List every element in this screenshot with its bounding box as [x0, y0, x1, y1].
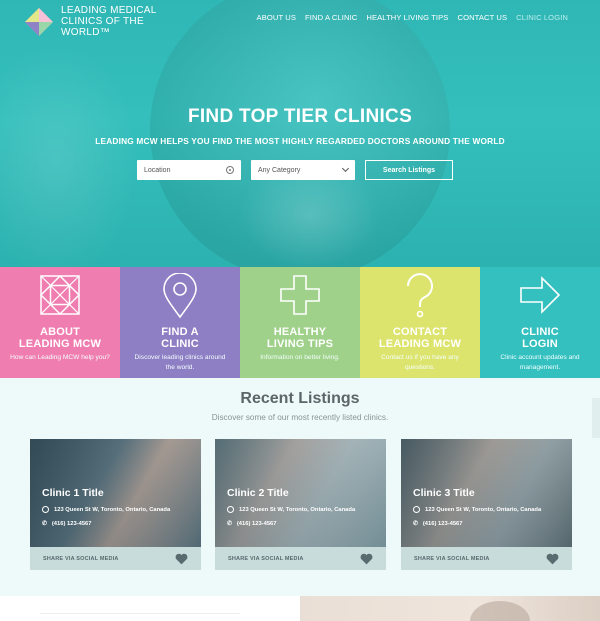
plus-icon: [280, 275, 320, 315]
nav-clinic-login[interactable]: CLINIC LOGIN: [516, 13, 568, 22]
listing-phone-text-2: (416) 123-4567: [236, 521, 277, 527]
tile-find-clinic[interactable]: FIND A CLINIC Discover leading clinics ar…: [120, 267, 240, 378]
phone-icon: ✆: [42, 521, 47, 527]
listing-address-3: 123 Queen St W, Toronto, Ontario, Canada: [413, 506, 541, 513]
hero-photo-patient: [0, 40, 140, 267]
phone-icon: ✆: [227, 521, 232, 527]
hero-subtitle: LEADING MCW HELPS YOU FIND THE MOST HIGH…: [95, 136, 505, 146]
hero-title: FIND TOP TIER CLINICS: [187, 106, 413, 127]
hero-banner: LEADING MEDICAL CLINICS OF THE WORLD™ AB…: [0, 0, 600, 267]
listing-title-2: Clinic 2 Title: [227, 487, 289, 499]
tile-about-title-2: LEADING MCW: [18, 337, 102, 350]
tile-login-title-2: LOGIN: [522, 337, 558, 350]
locate-icon[interactable]: [226, 166, 234, 174]
listing-address-2: 123 Queen St W, Toronto, Ontario, Canada: [227, 506, 355, 513]
question-mark-icon: [407, 273, 433, 318]
location-icon: [413, 506, 420, 513]
listing-card-1[interactable]: Clinic 1 Title 123 Queen St W, Toronto, …: [30, 439, 201, 570]
feature-tiles: ABOUT LEADING MCW How can Leading MCW hel…: [0, 267, 600, 378]
share-link-1[interactable]: SHARE VIA SOCIAL MEDIA: [43, 556, 119, 562]
tile-about-title-1: ABOUT: [39, 326, 81, 338]
tile-healthy-title-1: HEALTHY: [273, 326, 327, 338]
listing-address-text-1: 123 Queen St W, Toronto, Ontario, Canada: [54, 506, 171, 513]
heart-icon[interactable]: [175, 553, 188, 565]
location-input[interactable]: Location: [137, 160, 241, 180]
tile-about-desc: How can Leading MCW help you?: [10, 354, 110, 361]
main-nav: ABOUT US FIND A CLINIC HEALTHY LIVING TI…: [257, 13, 568, 22]
listing-phone-1: ✆ (416) 123-4567: [42, 521, 92, 527]
location-icon: [227, 506, 234, 513]
listing-phone-3: ✆ (416) 123-4567: [413, 521, 463, 527]
share-bar-2: SHARE VIA SOCIAL MEDIA: [215, 547, 386, 570]
tile-contact-title-1: CONTACT: [392, 326, 448, 338]
location-icon: [42, 506, 49, 513]
tile-login-desc: Clinic account updates and management.: [500, 354, 580, 371]
tile-contact-title-2: LEADING MCW: [378, 337, 462, 350]
logo-mark-icon: [25, 7, 53, 36]
tile-clinic-login[interactable]: CLINIC LOGIN Clinic account updates and m…: [480, 267, 600, 378]
nav-find-a-clinic[interactable]: FIND A CLINIC: [305, 13, 357, 22]
tile-contact-desc: Contact us if you have any questions.: [381, 354, 459, 371]
listing-card-3[interactable]: Clinic 3 Title 123 Queen St W, Toronto, …: [401, 439, 572, 570]
tile-find-title-2: CLINIC: [161, 337, 199, 350]
heart-icon[interactable]: [546, 553, 559, 565]
listing-address-text-2: 123 Queen St W, Toronto, Ontario, Canada: [239, 506, 356, 513]
tile-login-title-1: CLINIC: [521, 326, 559, 338]
next-section-preview: [0, 596, 600, 621]
share-link-3[interactable]: SHARE VIA SOCIAL MEDIA: [414, 556, 490, 562]
nav-contact-us[interactable]: CONTACT US: [457, 13, 507, 22]
tile-healthy-living[interactable]: HEALTHY LIVING TIPS Information on better…: [240, 267, 360, 378]
arrow-login-icon: [520, 276, 561, 314]
tile-find-title-1: FIND A: [161, 326, 199, 338]
nav-about-us[interactable]: ABOUT US: [257, 13, 296, 22]
recent-listings-section: Recent Listings Discover some of our mos…: [0, 378, 600, 596]
listing-phone-text-1: (416) 123-4567: [51, 521, 92, 527]
share-bar-1: SHARE VIA SOCIAL MEDIA: [30, 547, 201, 570]
chevron-down-icon: [341, 164, 350, 173]
tile-find-desc: Discover leading clinics around the worl…: [134, 354, 226, 371]
phone-icon: ✆: [413, 521, 418, 527]
location-placeholder: Location: [144, 166, 171, 174]
share-link-2[interactable]: SHARE VIA SOCIAL MEDIA: [228, 556, 304, 562]
tile-healthy-desc: Information on better living.: [260, 354, 340, 361]
listing-title-1: Clinic 1 Title: [42, 487, 104, 499]
listing-title-3: Clinic 3 Title: [413, 487, 475, 499]
category-value: Any Category: [258, 166, 301, 174]
site-logo[interactable]: LEADING MEDICAL CLINICS OF THE WORLD™: [25, 5, 181, 38]
tile-about[interactable]: ABOUT LEADING MCW How can Leading MCW hel…: [0, 267, 120, 378]
side-tab[interactable]: [592, 398, 600, 438]
listing-phone-2: ✆ (416) 123-4567: [227, 521, 277, 527]
geometric-logo-icon: [39, 274, 81, 316]
tile-contact[interactable]: CONTACT LEADING MCW Contact us if you hav…: [360, 267, 480, 378]
category-select[interactable]: Any Category: [251, 160, 355, 180]
listing-phone-text-3: (416) 123-4567: [422, 521, 463, 527]
listing-card-2[interactable]: Clinic 2 Title 123 Queen St W, Toronto, …: [215, 439, 386, 570]
share-bar-3: SHARE VIA SOCIAL MEDIA: [401, 547, 572, 570]
divider: [40, 613, 240, 614]
listing-address-1: 123 Queen St W, Toronto, Ontario, Canada: [42, 506, 170, 513]
listing-address-text-3: 123 Queen St W, Toronto, Ontario, Canada: [425, 506, 542, 513]
next-section-photo: [300, 596, 600, 621]
heart-icon[interactable]: [360, 553, 373, 565]
listings-subtitle: Discover some of our most recently liste…: [211, 413, 389, 422]
map-pin-icon: [163, 273, 197, 319]
tile-healthy-title-2: LIVING TIPS: [266, 337, 334, 350]
search-bar: Location Any Category Search Listings: [137, 160, 453, 180]
search-listings-button[interactable]: Search Listings: [365, 160, 453, 180]
listings-title: Recent Listings: [240, 390, 360, 407]
logo-text: LEADING MEDICAL CLINICS OF THE WORLD™: [61, 5, 157, 38]
nav-healthy-living-tips[interactable]: HEALTHY LIVING TIPS: [366, 13, 448, 22]
